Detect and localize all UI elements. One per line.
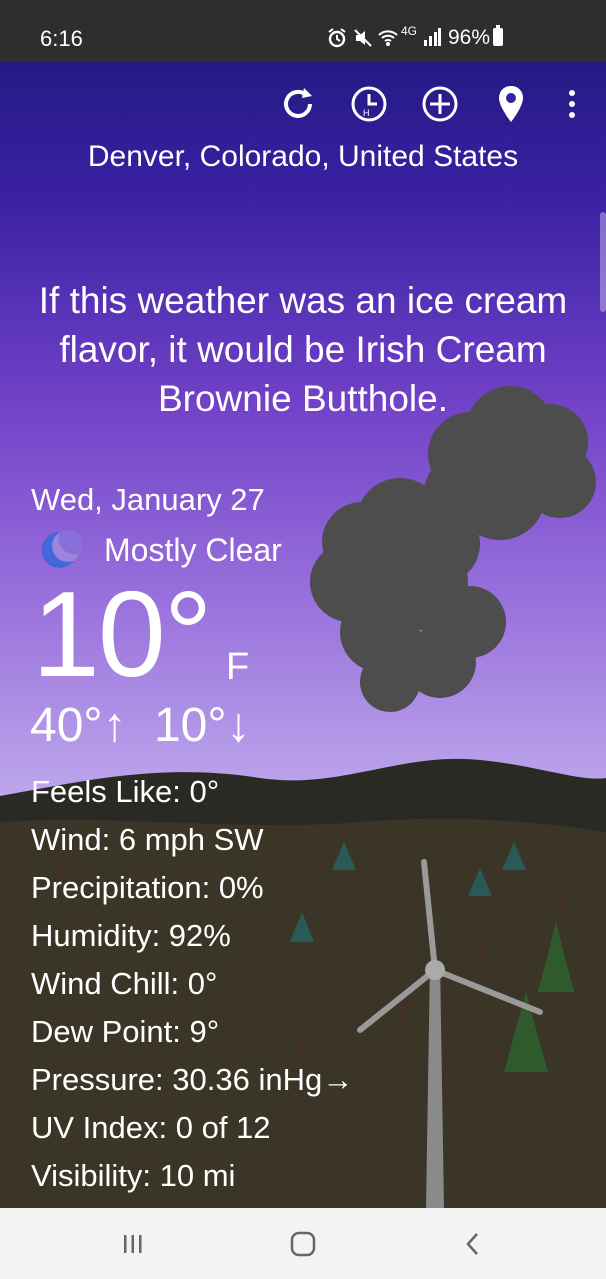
more-vert-icon[interactable] (552, 82, 592, 126)
uv-index: UV Index: 0 of 12 (31, 1110, 271, 1145)
low-temp: 10° (153, 699, 227, 752)
back-icon[interactable] (453, 1228, 493, 1260)
down-arrow-icon: ↓ (226, 699, 251, 752)
battery-icon (493, 25, 503, 46)
weather-details: Feels Like: 0° Wind: 6 mph SW Precipitat… (31, 768, 353, 1200)
up-arrow-icon: ↑ (102, 699, 127, 752)
network-type: 4G (401, 24, 418, 38)
location-pin-icon[interactable] (489, 82, 533, 126)
precipitation: Precipitation: 0% (31, 870, 264, 905)
wind-chill: Wind Chill: 0° (31, 966, 218, 1001)
wind: Wind: 6 mph SW (31, 822, 264, 857)
dew-point: Dew Point: 9° (31, 1014, 220, 1049)
weather-scene: H Denver, Colorado, United States If thi… (0, 62, 606, 1208)
cloud-illustration (310, 386, 596, 712)
high-temp: 40° (30, 699, 103, 752)
add-location-icon[interactable] (418, 82, 462, 126)
ice-cream-flavor-text: If this weather was an ice cream flavor,… (38, 280, 568, 419)
visibility: Visibility: 10 mi (31, 1158, 236, 1193)
mute-icon (353, 28, 373, 53)
high-low-temperature: 40°↑ 10°↓ (30, 698, 251, 753)
home-icon[interactable] (283, 1228, 323, 1260)
signal-icon (423, 28, 441, 51)
recent-apps-icon[interactable] (113, 1228, 153, 1260)
wifi-calling-icon (377, 27, 399, 54)
condition-text: Mostly Clear (104, 531, 282, 568)
current-date: Wed, January 27 (31, 482, 265, 517)
location-name[interactable]: Denver, Colorado, United States (0, 140, 606, 174)
status-bar: 6:16 4G 96% (0, 0, 606, 62)
temperature-unit: F (226, 646, 250, 688)
navigation-bar (0, 1208, 606, 1279)
svg-text:H: H (363, 108, 370, 118)
battery-level: 96% (448, 26, 491, 49)
current-temperature: 10° (32, 566, 212, 702)
pressure: Pressure: 30.36 inHg→ (31, 1062, 354, 1097)
alarm-icon (327, 28, 347, 53)
hourly-clock-icon[interactable]: H (347, 82, 391, 126)
status-time: 6:16 (40, 26, 83, 51)
scroll-indicator[interactable] (600, 212, 606, 312)
feels-like: Feels Like: 0° (31, 774, 220, 809)
humidity: Humidity: 92% (31, 918, 231, 953)
refresh-icon[interactable] (276, 82, 320, 126)
toolbar: H (0, 82, 606, 128)
